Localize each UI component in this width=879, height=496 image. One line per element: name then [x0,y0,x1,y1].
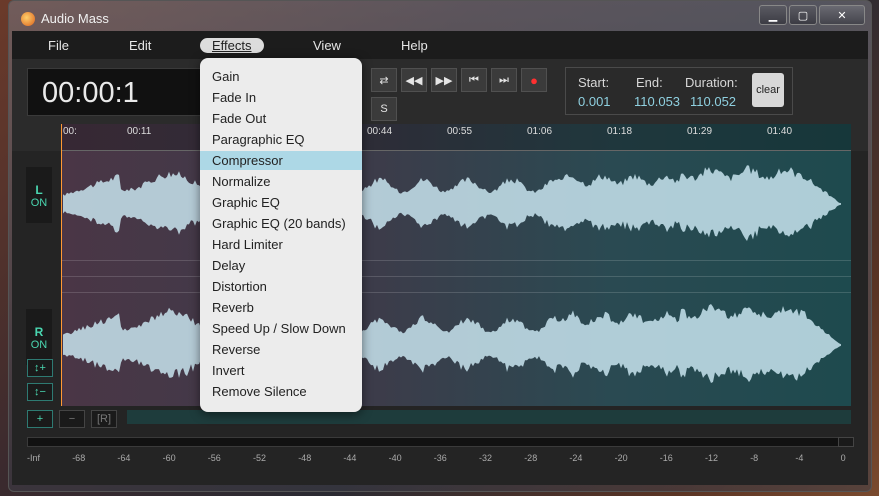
playhead-marker[interactable] [61,124,62,406]
effects-menu-item-graphic-eq-20-bands[interactable]: Graphic EQ (20 bands) [200,214,362,233]
meter-tick-label: -20 [614,453,628,463]
fast-forward-icon: ▶▶ [435,74,453,87]
menu-help[interactable]: Help [401,38,428,53]
level-meter-peak [838,437,854,447]
effects-menu-item-hard-limiter[interactable]: Hard Limiter [200,235,362,254]
waveform-left-channel [63,165,841,241]
channel-right-toggle[interactable]: R ON [26,309,52,365]
zoom-out-button[interactable]: − [59,410,85,428]
record-icon: ● [530,72,538,88]
duration-label: Duration: [685,75,738,90]
window-title: Audio Mass [41,11,109,26]
meter-tick-label: -32 [479,453,493,463]
effects-menu-item-reverb[interactable]: Reverb [200,298,362,317]
meter-tick-label: -16 [659,453,673,463]
effects-menu-item-invert[interactable]: Invert [200,361,362,380]
channel-left-name: L [35,183,43,197]
clear-button[interactable]: clear [752,73,784,107]
meter-tick-label: -24 [569,453,583,463]
title-bar[interactable]: Audio Mass ▁ ▢ ✕ [9,1,871,31]
meter-tick-label: -28 [524,453,538,463]
loop-icon: ⇄ [379,74,389,87]
effects-menu-item-paragraphic-eq[interactable]: Paragraphic EQ [200,130,362,149]
effects-menu-item-gain[interactable]: Gain [200,67,362,86]
effects-menu-item-distortion[interactable]: Distortion [200,277,362,296]
waveform-svg [63,165,841,383]
skip-end-icon: ⏭ [499,73,509,86]
level-meter [27,437,841,447]
effects-dropdown-menu: Gain Fade In Fade Out Paragraphic EQ Compres… [200,58,362,412]
meter-tick-label: -40 [388,453,402,463]
meter-tick-label: -52 [253,453,267,463]
effects-menu-item-compressor[interactable]: Compressor [200,151,362,170]
waveform-view[interactable]: 00: 00:11 00:44 00:55 01:06 01:18 01:29 … [61,124,851,406]
effects-menu-item-normalize[interactable]: Normalize [200,172,362,191]
effects-menu-item-fade-out[interactable]: Fade Out [200,109,362,128]
menu-view[interactable]: View [313,38,341,53]
meter-tick-label: -44 [343,453,357,463]
menu-effects[interactable]: Effects [200,38,264,53]
duration-value: 110.052 [690,94,737,109]
s-button[interactable]: S [371,97,397,121]
meter-tick-label: -Inf [27,453,41,463]
meter-tick-label: -36 [433,453,447,463]
rewind-button[interactable]: ◀◀ [401,68,427,92]
menu-file[interactable]: File [48,38,69,53]
menu-bar: File Edit Effects View Help [12,31,868,59]
start-value[interactable]: 0.001 [578,94,611,109]
time-display: 00:00:1 0 [27,68,225,116]
close-button[interactable]: ✕ [819,5,865,25]
app-client: File Edit Effects View Help 00:00:1 0 ⇄ … [12,31,868,485]
meter-tick-label: -60 [162,453,176,463]
end-value[interactable]: 110.053 [634,94,680,109]
meter-tick-label: -12 [705,453,719,463]
maximize-button[interactable]: ▢ [789,5,817,25]
skip-start-icon: ⏮ [469,73,479,86]
zoom-reset-button[interactable]: [R] [91,410,117,428]
effects-menu-item-reverse[interactable]: Reverse [200,340,362,359]
vertical-zoom-in-button[interactable]: ↕+ [27,359,53,377]
meter-tick-label: -64 [117,453,131,463]
channel-right-name: R [34,325,44,339]
meter-tick-label: -4 [795,453,804,463]
effects-menu-item-remove-silence[interactable]: Remove Silence [200,382,362,401]
meter-tick-label: -48 [298,453,312,463]
vertical-zoom-out-button[interactable]: ↕− [27,383,53,401]
end-label: End: [636,75,663,90]
forward-button[interactable]: ▶▶ [431,68,457,92]
audiomass-logo-icon [21,12,35,26]
effects-menu-item-delay[interactable]: Delay [200,256,362,275]
effects-menu-item-fade-in[interactable]: Fade In [200,88,362,107]
skip-start-button[interactable]: ⏮ [461,68,487,92]
meter-tick-label: 0 [840,453,846,463]
effects-menu-item-speed-up-slow-down[interactable]: Speed Up / Slow Down [200,319,362,338]
rewind-icon: ◀◀ [405,74,423,87]
waveform-right-channel [63,304,841,383]
channel-left-state: ON [30,197,48,209]
start-label: Start: [578,75,610,90]
skip-end-button[interactable]: ⏭ [491,68,517,92]
channel-left-toggle[interactable]: L ON [26,167,52,223]
record-button[interactable]: ● [521,68,547,92]
zoom-in-button[interactable]: + [27,410,53,428]
meter-tick-label: -56 [207,453,221,463]
overview-scrollbar[interactable] [127,410,851,424]
selection-panel: Start: End: Duration: 0.001 110.053 110.… [565,67,793,115]
effects-menu-item-graphic-eq[interactable]: Graphic EQ [200,193,362,212]
channel-right-state: ON [30,339,48,351]
meter-tick-label: -68 [72,453,86,463]
menu-edit[interactable]: Edit [129,38,151,53]
time-readout: 00:00:1 [42,77,139,109]
loop-button[interactable]: ⇄ [371,68,397,92]
meter-tick-label: -8 [750,453,759,463]
minimize-button[interactable]: ▁ [759,5,787,25]
